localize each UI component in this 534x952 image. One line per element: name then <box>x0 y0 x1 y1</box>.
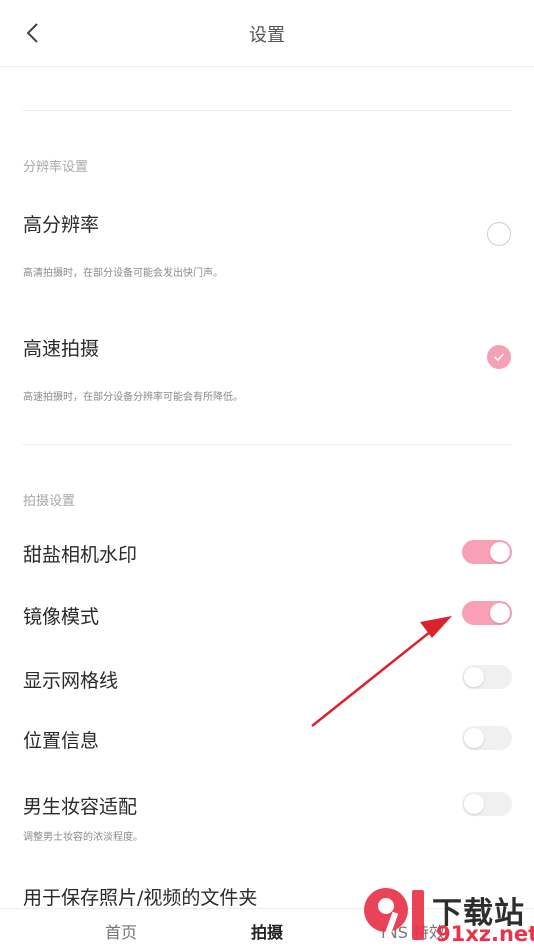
male-makeup-label: 男生妆容适配 <box>23 796 138 818</box>
watermark-toggle[interactable] <box>462 540 512 564</box>
watermark-logo <box>358 882 436 948</box>
toggle-knob <box>490 603 510 623</box>
mirror-mode-label: 镜像模式 <box>23 606 100 628</box>
check-icon <box>493 353 505 362</box>
male-makeup-toggle[interactable] <box>462 792 512 816</box>
high-resolution-desc: 高清拍摄时，在部分设备可能会发出快门声。 <box>23 268 223 279</box>
watermark-setting-label: 甜盐相机水印 <box>23 544 138 566</box>
mirror-mode-toggle[interactable] <box>462 601 512 625</box>
male-makeup-desc: 调整男士妆容的浓淡程度。 <box>23 832 143 843</box>
divider <box>22 110 512 111</box>
toggle-knob <box>464 794 484 814</box>
section-label-shooting: 拍摄设置 <box>23 494 76 509</box>
section-label-resolution: 分辨率设置 <box>23 160 89 175</box>
tab-shoot[interactable]: 拍摄 <box>251 919 283 943</box>
toggle-knob <box>464 728 484 748</box>
grid-lines-label: 显示网格线 <box>23 670 119 692</box>
location-toggle[interactable] <box>462 726 512 750</box>
logo-mark-icon <box>364 888 424 940</box>
high-speed-label: 高速拍摄 <box>23 338 100 360</box>
toggle-knob <box>490 542 510 562</box>
watermark-url-text: 91xz.net <box>436 922 534 946</box>
high-speed-desc: 高速拍摄时，在部分设备分辨率可能会有所降低。 <box>23 392 243 403</box>
page-title: 设置 <box>249 25 285 46</box>
location-label: 位置信息 <box>23 730 100 752</box>
high-speed-radio[interactable] <box>487 345 511 369</box>
high-resolution-label: 高分辨率 <box>23 214 100 236</box>
high-resolution-radio[interactable] <box>487 222 511 246</box>
toggle-knob <box>464 667 484 687</box>
grid-lines-toggle[interactable] <box>462 665 512 689</box>
tab-home[interactable]: 首页 <box>105 919 137 943</box>
divider <box>22 444 512 445</box>
save-folder-label[interactable]: 用于保存照片/视频的文件夹 <box>23 883 257 910</box>
